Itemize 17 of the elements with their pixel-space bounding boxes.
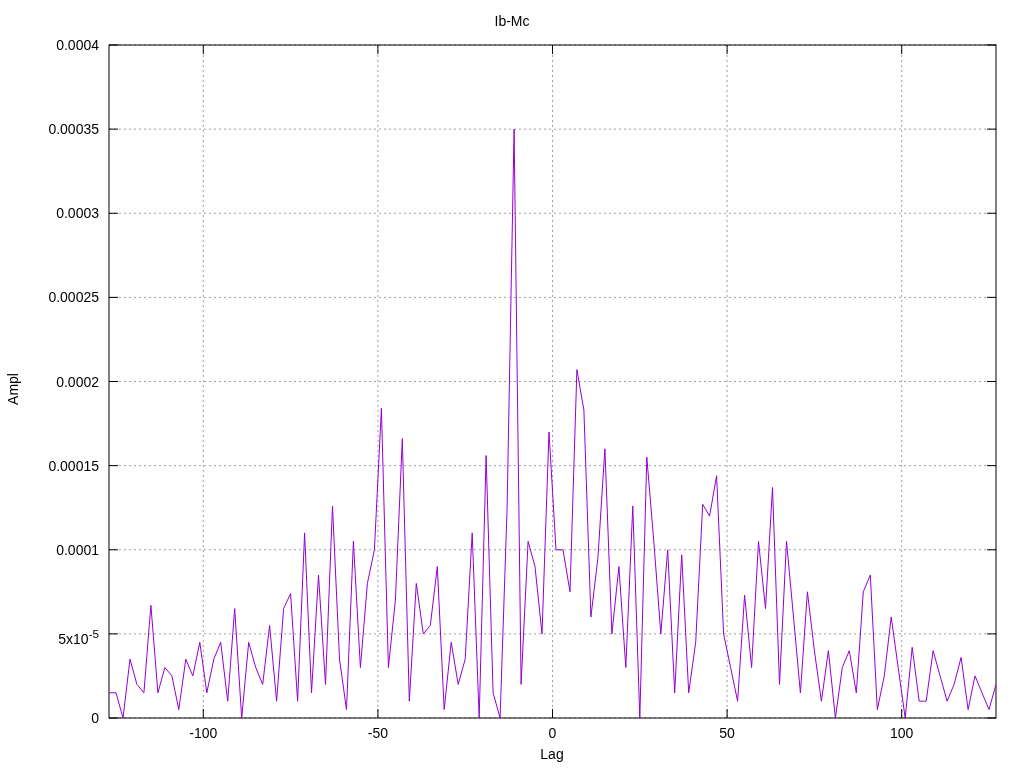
chart-title: Ib-Mc [493,13,531,29]
tick-label: 0 [91,709,99,727]
tick-label: 0.0003 [56,204,99,223]
tick-label: 50 [718,724,736,742]
tick-label: 0.00025 [48,288,99,307]
y-axis-label: Ampl [5,372,21,407]
tick-label: 0.0001 [56,540,99,559]
tick-label: 0.0004 [56,36,99,54]
tick-label: 0.00035 [48,120,99,139]
tick-label: -50 [366,724,389,742]
tick-label: 100 [889,724,915,742]
x-axis-label: Lag [539,746,565,762]
tick-label: 0.00015 [48,456,99,475]
tick-label: 0.0002 [56,372,99,391]
tick-label: 0 [547,724,558,742]
tick-label: 5x10$^{-5}$ [58,625,99,648]
tick-label: -100 [188,724,219,742]
